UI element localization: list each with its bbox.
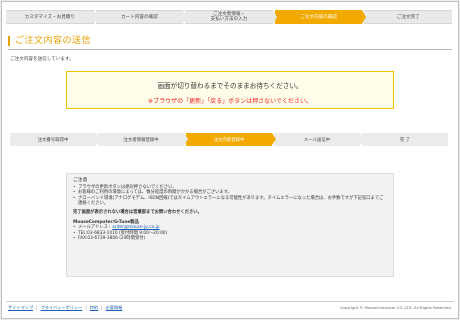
progress-order-number: 注文番号取得中 bbox=[10, 133, 100, 146]
step-confirm: ご注文内容の確認 bbox=[274, 10, 366, 24]
progress-order-content: 注文内容登録中 bbox=[186, 133, 276, 146]
footer-link-terms[interactable]: 特約 bbox=[90, 305, 98, 311]
contact-list: メールアドレス：order@mouse-jp.co.jp TEL:03-6833… bbox=[73, 225, 387, 242]
progress-complete: 完 了 bbox=[362, 133, 448, 146]
warning-message: ※ブラウザの「更新」「戻る」ボタンは押さないでください。 bbox=[148, 98, 312, 105]
step-cart: カート内容の確認 bbox=[95, 10, 187, 24]
step-complete: ご注文完了 bbox=[364, 10, 452, 24]
contact-fax: FAX:03-6739-3806 (24時間受付) bbox=[73, 236, 387, 242]
list-item: ナローバンド環境(アナログモデム、ISDN回線)ではタイムアウトエラーになる可能… bbox=[73, 196, 387, 207]
wait-message: 画面が切り替わるまでそのままお待ちください。 bbox=[157, 82, 303, 90]
page-title: ご注文内容の送信 bbox=[8, 36, 91, 46]
step-customize: カスタマイズ・お見積り bbox=[6, 10, 98, 24]
footer-links: サイトマップ | プライバシーポリシー | 特約 | 必要情報 bbox=[8, 305, 123, 311]
caution-box: ご注意 ブラウザの更新ボタンは絶対押さないでください。 お客様のご利用の環境によ… bbox=[66, 173, 394, 277]
caution-heading: ご注意 bbox=[73, 178, 88, 183]
footer-link-required-info[interactable]: 必要情報 bbox=[106, 305, 123, 311]
copyright: Copyright © MouseComputer CO.,LTD. All R… bbox=[339, 305, 452, 310]
progress-orderer-info: 注文者情報登録中 bbox=[98, 133, 188, 146]
contact-instruction: 完了画面が表示されない場合は営業部までお問い合わせください。 bbox=[73, 209, 202, 215]
wait-notice: 画面が切り替わるまでそのままお待ちください。 ※ブラウザの「更新」「戻る」ボタン… bbox=[66, 71, 394, 109]
intro-text: ご注文内容を送信しています。 bbox=[10, 57, 74, 62]
footer-divider bbox=[6, 301, 454, 302]
submit-progress: 注文番号取得中 注文者情報登録中 注文内容登録中 メール送信中 完 了 bbox=[10, 133, 450, 146]
order-steps: カスタマイズ・お見積り カート内容の確認 ご注文者情報・ 支払い方法の入力 ご注… bbox=[6, 10, 454, 24]
step-orderer-info: ご注文者情報・ 支払い方法の入力 bbox=[185, 10, 277, 24]
footer-link-privacy[interactable]: プライバシーポリシー bbox=[41, 305, 83, 311]
progress-mail: メール送信中 bbox=[274, 133, 364, 146]
mail-link[interactable]: order@mouse-jp.co.jp bbox=[112, 225, 159, 230]
title-divider bbox=[8, 49, 452, 50]
caution-list: ブラウザの更新ボタンは絶対押さないでください。 お客様のご利用の環境によっては、… bbox=[73, 185, 387, 207]
footer-link-sitemap[interactable]: サイトマップ bbox=[8, 305, 33, 311]
